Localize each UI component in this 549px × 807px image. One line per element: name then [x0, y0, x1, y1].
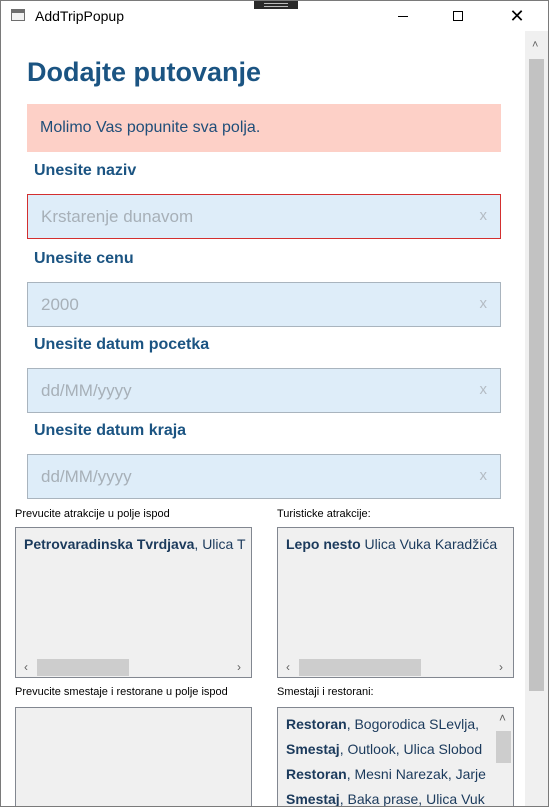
scrollbar-thumb[interactable] — [496, 731, 511, 763]
list-item-type: Lepo nesto — [286, 536, 361, 552]
available-accommodations-label: Smestaji i restorani: — [277, 686, 374, 698]
maximize-button[interactable] — [435, 1, 481, 31]
list-item-detail: , Outlook, Ulica Slobod — [339, 741, 483, 757]
form-content: Dodajte putovanje Molimo Vas popunite sv… — [1, 31, 525, 807]
scroll-left-icon[interactable]: ‹ — [286, 660, 290, 674]
available-attractions-list[interactable]: Lepo nesto Ulica Vuka Karadžića ‹ › — [277, 527, 514, 678]
clear-name-icon[interactable]: x — [480, 207, 488, 224]
minimize-icon — [398, 15, 408, 17]
list-item-detail: Ulica Vuka Karadžića — [360, 536, 498, 552]
end-date-label: Unesite datum kraja — [34, 422, 187, 439]
selected-attractions-label: Prevucite atrakcije u polje ispod — [15, 508, 170, 520]
price-placeholder: 2000 — [41, 294, 79, 314]
scroll-left-icon[interactable]: ‹ — [24, 660, 28, 674]
name-input[interactable]: Krstarenje dunavom x — [27, 194, 501, 239]
list-item-detail: , Baka prase, Ulica Vuk — [339, 791, 485, 807]
horizontal-scrollbar[interactable]: ‹ › — [279, 659, 513, 676]
minimize-button[interactable] — [380, 1, 426, 31]
app-window-icon — [11, 9, 25, 21]
list-item[interactable]: Smestaj, Baka prase, Ulica Vuk — [286, 791, 485, 807]
scroll-right-icon[interactable]: › — [499, 660, 503, 674]
list-item[interactable]: Restoran, Bogorodica SLevlja, — [286, 716, 479, 732]
end-date-placeholder: dd/MM/yyyy — [41, 466, 132, 486]
name-placeholder: Krstarenje dunavom — [41, 206, 194, 226]
list-item[interactable]: Restoran, Mesni Narezak, Jarje — [286, 766, 486, 782]
drag-grip-icon[interactable] — [254, 1, 298, 9]
title-bar[interactable]: AddTripPopup ✕ — [1, 1, 548, 31]
close-button[interactable]: ✕ — [494, 1, 540, 31]
add-trip-window: AddTripPopup ✕ Dodajte putovanje Molimo … — [0, 0, 549, 807]
list-item-type: Petrovaradinska Tvrdjava — [24, 536, 195, 552]
available-attractions-label: Turisticke atrakcije: — [277, 508, 371, 520]
list-item-detail: , Mesni Narezak, Jarje — [346, 766, 486, 782]
price-input[interactable]: 2000 x — [27, 282, 501, 327]
window-title: AddTripPopup — [35, 8, 124, 24]
scrollbar-thumb[interactable] — [37, 659, 129, 676]
list-item-type: Restoran — [286, 716, 347, 732]
validation-alert: Molimo Vas popunite sva polja. — [27, 104, 501, 152]
scrollbar-thumb[interactable] — [299, 659, 421, 676]
list-item-type: Smestaj — [286, 791, 340, 807]
list-item[interactable]: Lepo nesto Ulica Vuka Karadžića — [286, 536, 497, 552]
scroll-right-icon[interactable]: › — [237, 660, 241, 674]
start-date-label: Unesite datum pocetka — [34, 336, 210, 353]
vertical-scrollbar[interactable]: ˄ — [495, 709, 512, 806]
list-item-type: Smestaj — [286, 741, 340, 757]
selected-accommodations-list[interactable] — [15, 707, 252, 806]
page-title: Dodajte putovanje — [27, 57, 262, 87]
selected-accommodations-label: Prevucite smestaje i restorane u polje i… — [15, 686, 228, 698]
name-label: Unesite naziv — [34, 162, 137, 179]
list-item[interactable]: Petrovaradinska Tvrdjava, Ulica T — [24, 536, 246, 552]
list-item-detail: , Ulica T — [194, 536, 246, 552]
scrollbar-thumb[interactable] — [529, 59, 544, 691]
end-date-input[interactable]: dd/MM/yyyy x — [27, 454, 501, 499]
close-icon: ✕ — [509, 5, 525, 27]
start-date-placeholder: dd/MM/yyyy — [41, 380, 132, 400]
list-item-type: Restoran — [286, 766, 347, 782]
scroll-up-icon[interactable]: ˄ — [532, 39, 538, 51]
maximize-icon — [453, 11, 463, 21]
start-date-input[interactable]: dd/MM/yyyy x — [27, 368, 501, 413]
alert-message: Molimo Vas popunite sva polja. — [40, 119, 261, 136]
price-label: Unesite cenu — [34, 250, 134, 267]
available-accommodations-list[interactable]: Restoran, Bogorodica SLevlja, Smestaj, O… — [277, 707, 514, 807]
horizontal-scrollbar[interactable]: ‹ › — [17, 659, 251, 676]
list-item-detail: , Bogorodica SLevlja, — [346, 716, 479, 732]
clear-start-date-icon[interactable]: x — [480, 381, 488, 398]
window-vertical-scrollbar[interactable]: ˄ — [525, 31, 548, 806]
list-item[interactable]: Smestaj, Outlook, Ulica Slobod — [286, 741, 482, 757]
clear-price-icon[interactable]: x — [480, 295, 488, 312]
selected-attractions-list[interactable]: Petrovaradinska Tvrdjava, Ulica T ‹ › — [15, 527, 252, 678]
clear-end-date-icon[interactable]: x — [480, 467, 488, 484]
scroll-up-icon[interactable]: ˄ — [499, 711, 506, 725]
